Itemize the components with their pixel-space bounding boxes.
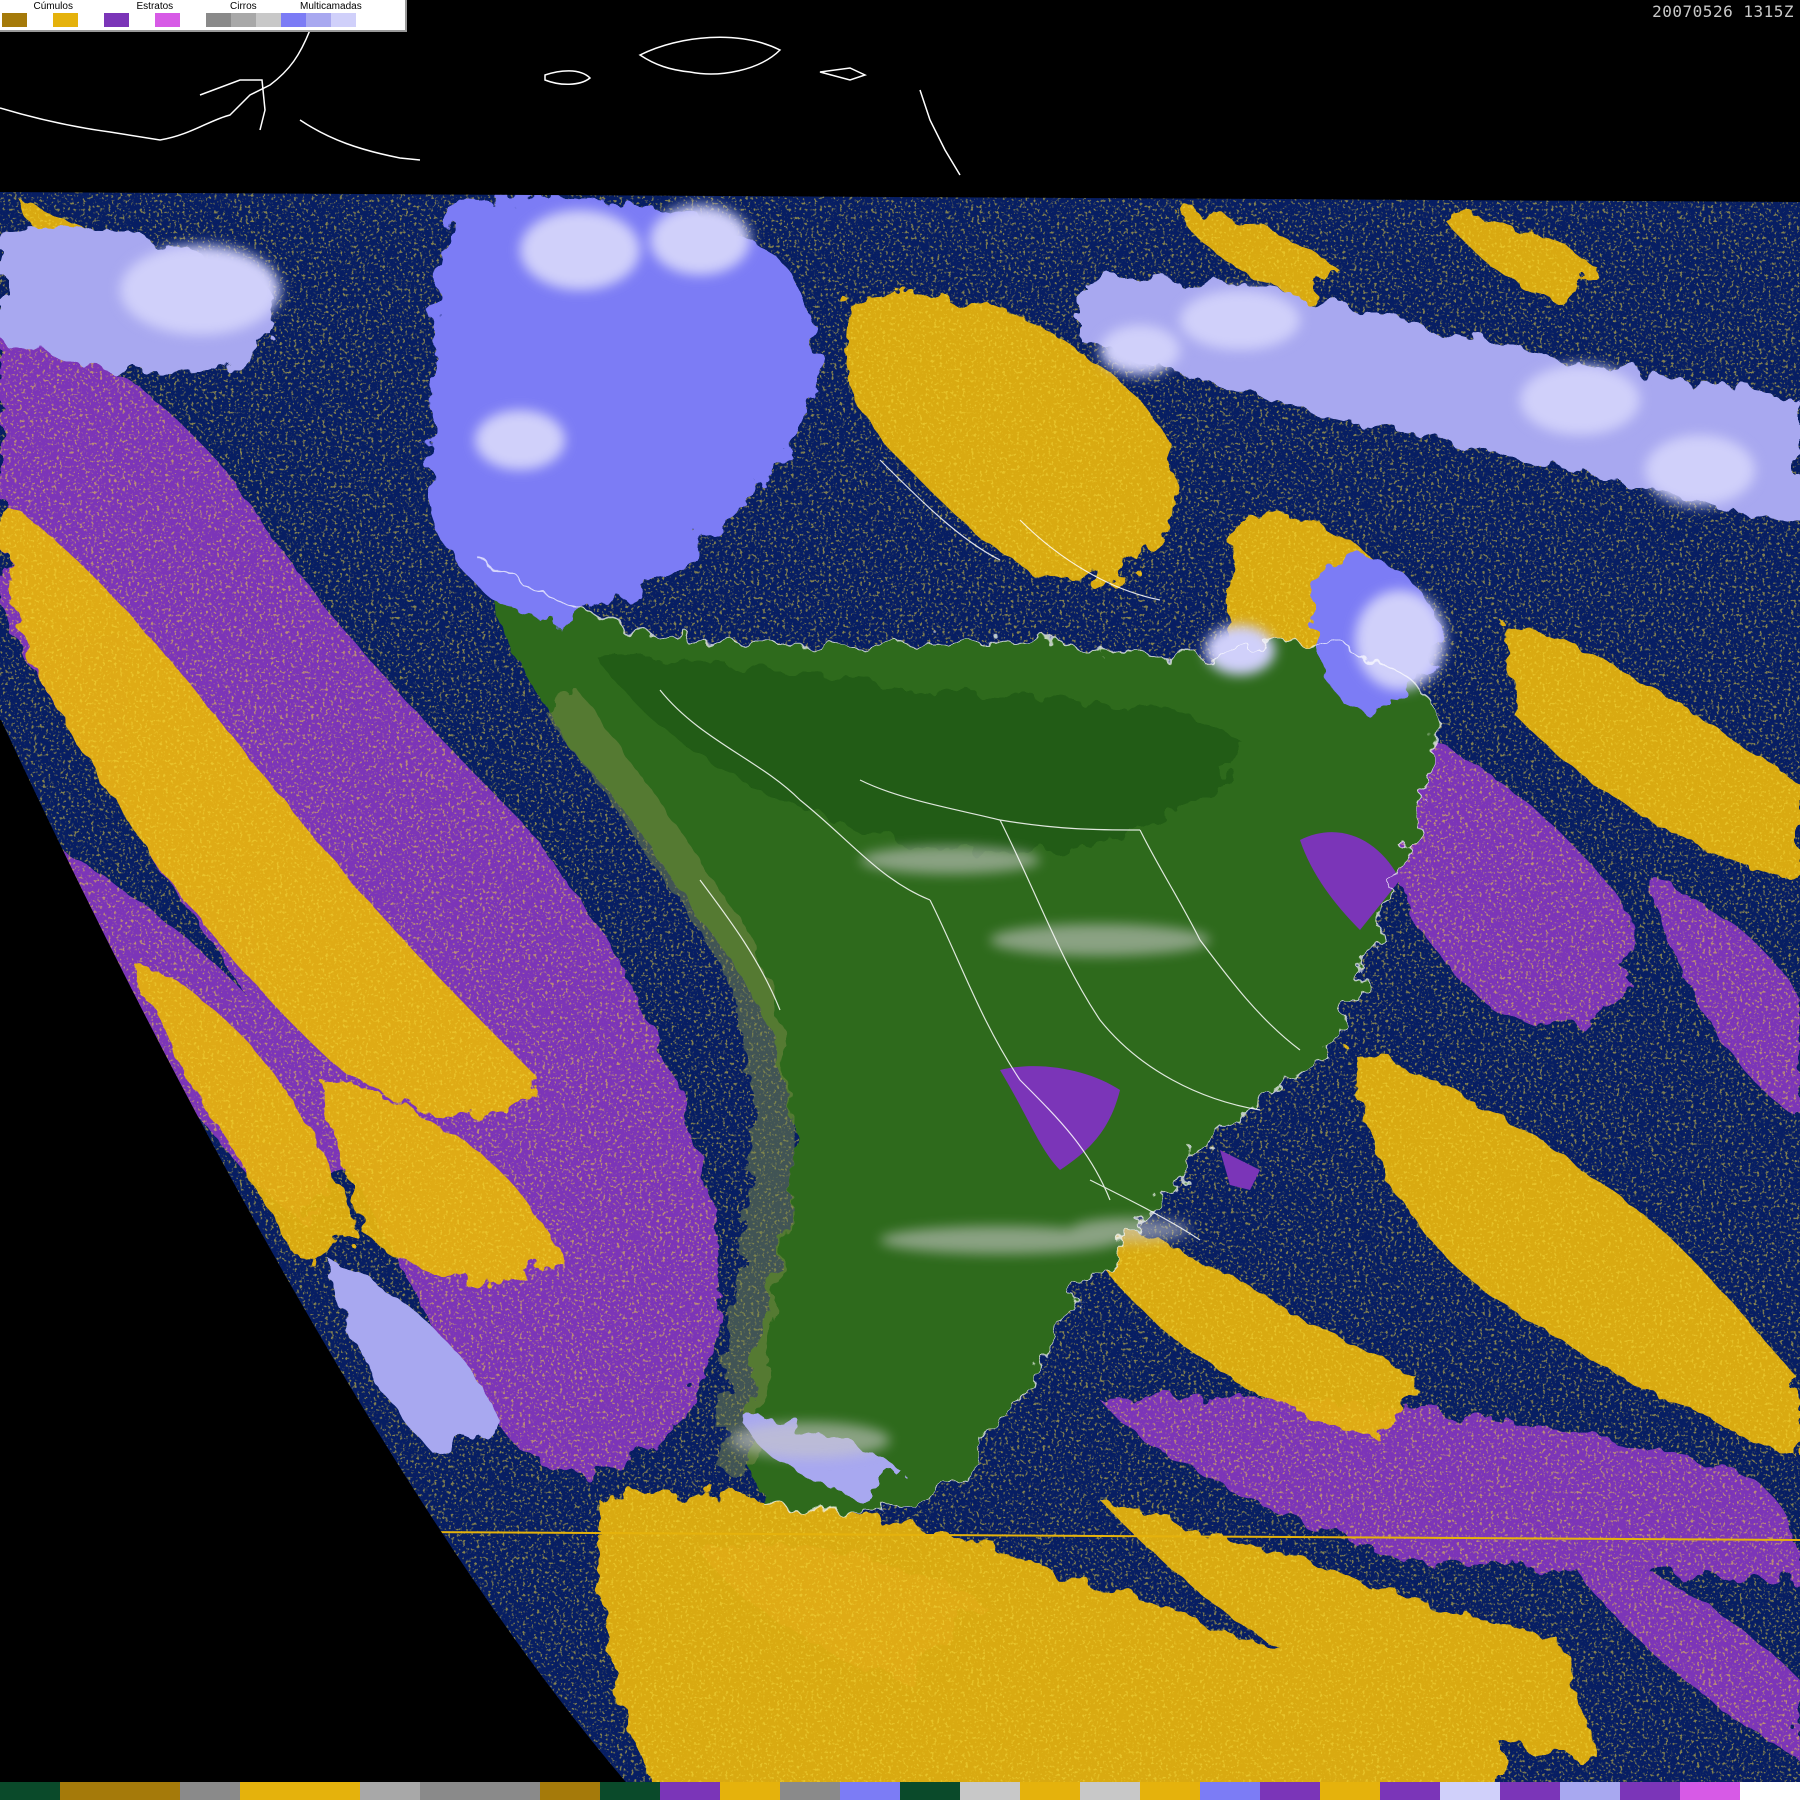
- cloud-type-legend: Cúmulos Estratos Cirros Multicamadas: [0, 0, 407, 32]
- color-bar-segment: [420, 1782, 480, 1800]
- color-bar-segment: [960, 1782, 1020, 1800]
- color-bar-segment: [1440, 1782, 1500, 1800]
- color-bar-segment: [1500, 1782, 1560, 1800]
- color-bar-segment: [900, 1782, 960, 1800]
- color-bar-segment: [60, 1782, 120, 1800]
- legend-swatch: [53, 13, 78, 27]
- color-bar-segment: [1560, 1782, 1620, 1800]
- color-bar-segment: [780, 1782, 840, 1800]
- color-bar-segment: [1680, 1782, 1740, 1800]
- color-bar-segment: [600, 1782, 660, 1800]
- color-bar-segment: [360, 1782, 420, 1800]
- color-bar-segment: [540, 1782, 600, 1800]
- bottom-color-bar: [0, 1782, 1800, 1800]
- legend-swatch: [2, 13, 27, 27]
- color-bar-segment: [720, 1782, 780, 1800]
- legend-swatch: [306, 13, 331, 27]
- color-bar-segment: [1080, 1782, 1140, 1800]
- legend-swatch: [231, 13, 256, 27]
- legend-swatch: [281, 13, 306, 27]
- legend-label: Multicamadas: [300, 1, 362, 12]
- color-bar-segment: [1260, 1782, 1320, 1800]
- legend-label: Cúmulos: [33, 1, 73, 12]
- color-bar-segment: [1740, 1782, 1800, 1800]
- legend-label: Estratos: [136, 1, 174, 12]
- satellite-cloud-map: [0, 0, 1800, 1800]
- legend-swatch: [206, 13, 231, 27]
- color-bar-segment: [480, 1782, 540, 1800]
- color-bar-segment: [240, 1782, 300, 1800]
- color-bar-segment: [180, 1782, 240, 1800]
- color-bar-segment: [300, 1782, 360, 1800]
- color-bar-segment: [1620, 1782, 1680, 1800]
- color-bar-segment: [840, 1782, 900, 1800]
- color-bar-segment: [120, 1782, 180, 1800]
- color-bar-segment: [1140, 1782, 1200, 1800]
- legend-label: Cirros: [230, 1, 257, 12]
- color-bar-segment: [660, 1782, 720, 1800]
- color-bar-segment: [0, 1782, 60, 1800]
- color-bar-segment: [1380, 1782, 1440, 1800]
- legend-swatch: [356, 13, 381, 27]
- color-bar-segment: [1320, 1782, 1380, 1800]
- legend-swatch: [104, 13, 129, 27]
- color-bar-segment: [1200, 1782, 1260, 1800]
- legend-swatch: [155, 13, 180, 27]
- legend-swatch: [331, 13, 356, 27]
- timestamp: 20070526 1315Z: [1652, 2, 1794, 21]
- legend-swatch: [256, 13, 281, 27]
- color-bar-segment: [1020, 1782, 1080, 1800]
